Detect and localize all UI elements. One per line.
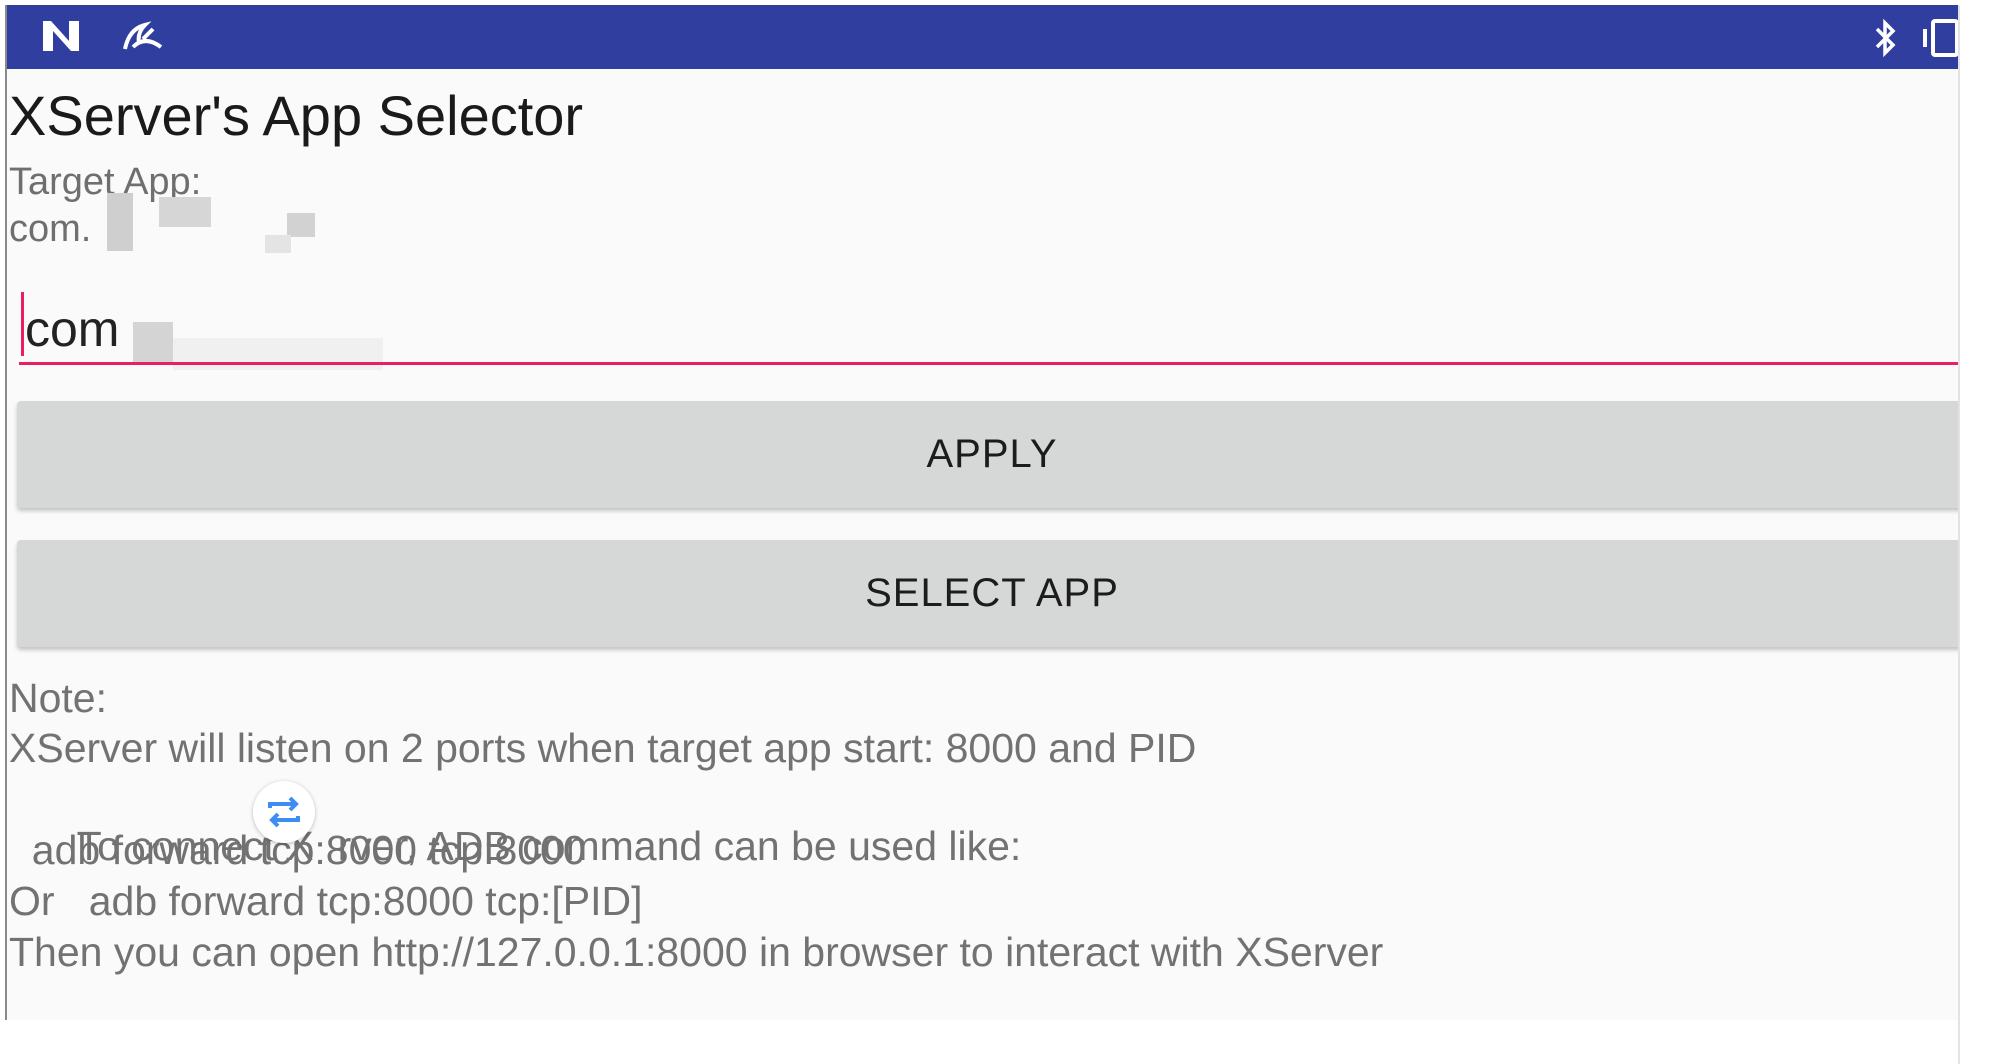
note-line-browser: Then you can open http://127.0.0.1:8000 … [9, 929, 1384, 975]
redaction-block [265, 235, 291, 253]
vibrate-icon [1921, 17, 1960, 59]
redaction-block [107, 193, 133, 251]
target-app-value: com. [9, 208, 91, 251]
redaction-block [287, 213, 315, 237]
redaction-block [159, 197, 211, 227]
apply-button[interactable]: APPLY [17, 401, 1960, 508]
n-notification-icon [39, 17, 85, 55]
sync-arrows-icon [268, 796, 300, 828]
note-heading: Note: [9, 675, 107, 721]
floating-sync-button[interactable] [253, 781, 315, 843]
note-line-adb-pid: Or adb forward tcp:8000 tcp:[PID] [9, 878, 643, 924]
package-name-input[interactable]: com [19, 280, 1960, 370]
screenshot-stage: XServer's App Selector Target App: com. … [0, 0, 2008, 1064]
note-line-ports: XServer will listen on 2 ports when targ… [9, 725, 1197, 771]
redaction-block [173, 338, 383, 370]
incognito-icon [119, 17, 167, 55]
input-underline [19, 362, 1960, 365]
screen-edge [1958, 5, 1960, 1064]
status-bar [7, 5, 1960, 69]
bluetooth-icon [1871, 17, 1901, 59]
target-app-value-text: com. [9, 208, 92, 250]
app-screen: XServer's App Selector Target App: com. … [5, 5, 1960, 1020]
package-name-input-value: com [25, 301, 120, 357]
select-app-button[interactable]: SELECT APP [17, 540, 1960, 647]
page-title: XServer's App Selector [9, 84, 584, 147]
redaction-block [133, 322, 173, 362]
text-cursor [21, 292, 24, 356]
